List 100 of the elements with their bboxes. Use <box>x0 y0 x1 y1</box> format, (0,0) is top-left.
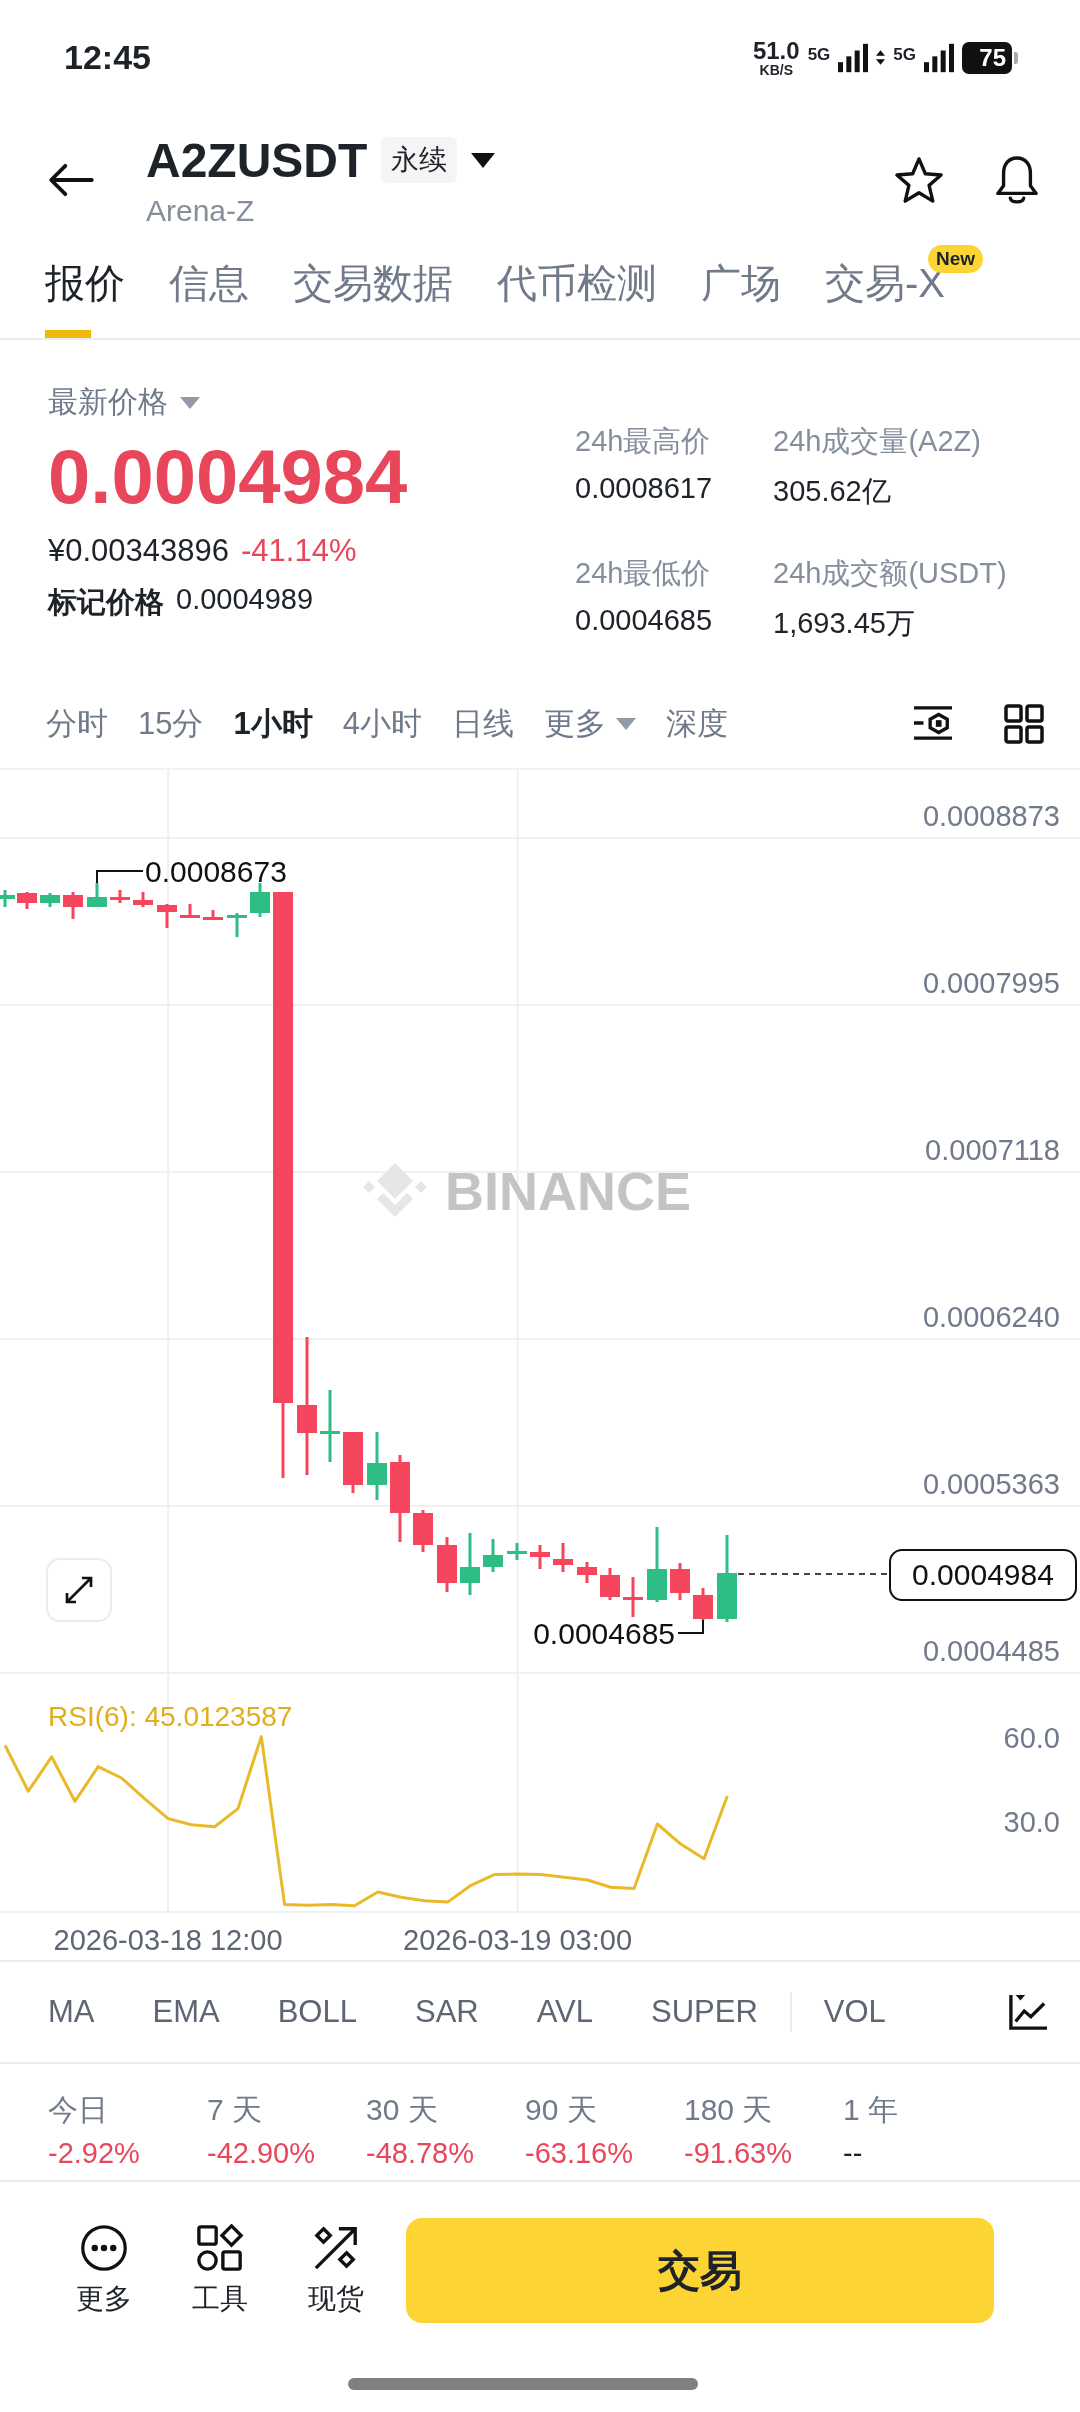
rsi-label: RSI(6): 45.0123587 <box>48 1701 293 1732</box>
period-label: 90 天 <box>525 2092 598 2128</box>
low-price-marker: 0.0004685 <box>533 1617 675 1650</box>
price-axis-label: 0.0007118 <box>925 1134 1060 1166</box>
candlestick <box>17 892 37 909</box>
bell-icon[interactable] <box>994 154 1040 206</box>
interval-tab[interactable]: 1小时 <box>233 703 313 745</box>
period-label: 180 天 <box>684 2092 774 2128</box>
signal-icon <box>924 42 954 73</box>
tab[interactable]: 广场 <box>701 245 781 307</box>
candlestick <box>600 1568 620 1600</box>
indicator-option[interactable]: AVL <box>536 1994 593 2030</box>
period-change: -- <box>843 2137 864 2170</box>
price-axis-label: 0.0004485 <box>922 1635 1060 1667</box>
grid-icon[interactable] <box>1004 704 1044 744</box>
period-change: -2.92% <box>48 2137 141 2170</box>
candlestick <box>577 1562 597 1583</box>
period-label: 1 年 <box>843 2092 900 2128</box>
star-icon[interactable] <box>894 156 944 204</box>
candlestick <box>507 1543 527 1560</box>
caret-icon <box>616 718 636 730</box>
chart-indicator-icon[interactable] <box>1008 1993 1048 2031</box>
trade-button[interactable]: 交易 <box>406 2218 994 2323</box>
candlestick <box>87 883 107 907</box>
tab[interactable]: 报价 <box>45 245 125 307</box>
trend-arrow-icon <box>312 2223 360 2272</box>
back-icon[interactable] <box>48 163 94 197</box>
candlestick <box>460 1533 480 1595</box>
interval-tab[interactable]: 15分 <box>138 703 204 745</box>
candlestick <box>553 1543 573 1572</box>
candlestick <box>693 1588 713 1620</box>
period-label: 今日 <box>48 2092 109 2128</box>
tab[interactable]: 交易数据 <box>293 245 453 307</box>
indicator-option[interactable]: EMA <box>152 1994 220 2030</box>
interval-tab[interactable]: 分时 <box>46 703 108 745</box>
price-axis-label: 0.0005363 <box>922 1468 1060 1500</box>
indicator-option[interactable]: MA <box>48 1994 95 2030</box>
leader-line <box>677 1619 704 1634</box>
rsi-axis-label: 60.0 <box>1003 1722 1060 1754</box>
toolbar-button[interactable]: 现货 <box>296 2223 376 2318</box>
candlestick <box>227 913 247 937</box>
stat-label: 24h最高价 <box>575 424 712 459</box>
more-icon <box>80 2223 128 2272</box>
stat-value: 305.62亿 <box>773 474 892 509</box>
candlestick <box>133 892 153 907</box>
candlestick <box>670 1563 690 1600</box>
stat-label: 24h成交量(A2Z) <box>773 424 982 459</box>
interval-tab[interactable]: 更多 <box>544 703 636 745</box>
candlestick <box>413 1510 433 1552</box>
tab[interactable]: 信息 <box>169 245 249 307</box>
battery-level: 75 <box>962 41 1012 74</box>
interval-tab[interactable]: 日线 <box>452 703 514 745</box>
candlestick <box>483 1539 503 1572</box>
coin-name: Arena-Z <box>146 193 256 228</box>
indicator-option[interactable]: VOL <box>823 1994 886 2030</box>
toolbar-button[interactable]: 工具 <box>180 2223 260 2318</box>
stat-value: 0.0004685 <box>575 604 714 638</box>
caret-icon[interactable] <box>471 152 496 168</box>
price-axis-label: 0.0008873 <box>922 800 1060 832</box>
price-label: 最新价格 <box>48 384 168 420</box>
chart-settings-icon[interactable] <box>912 704 954 742</box>
candlestick <box>250 883 270 917</box>
last-price-tag: 0.0004984 <box>889 1549 1077 1601</box>
candlestick <box>320 1390 340 1462</box>
interval-tab[interactable]: 4小时 <box>342 703 422 745</box>
mark-price-label: 标记价格 <box>48 584 164 620</box>
candlestick <box>437 1537 457 1592</box>
expand-icon <box>64 1575 94 1605</box>
network-type: 5G <box>807 44 831 65</box>
network-speed: 51.0 <box>752 38 800 63</box>
speed-unit: KB/S <box>759 62 793 77</box>
stat-label: 24h最低价 <box>575 556 712 591</box>
candlestick <box>110 890 130 903</box>
indicator-option[interactable]: SAR <box>414 1994 479 2030</box>
indicator-option[interactable]: SUPER <box>651 1994 758 2030</box>
time-axis-label: 2026-03-18 12:00 <box>53 1924 283 1956</box>
price-change: -41.14% <box>241 532 357 569</box>
tools-icon <box>196 2223 244 2272</box>
tab[interactable]: 代币检测 <box>497 245 657 307</box>
stat-label: 24h成交额(USDT) <box>773 556 1007 591</box>
leader-line <box>96 870 144 884</box>
toolbar-button[interactable]: 更多 <box>64 2223 144 2318</box>
candlestick <box>367 1432 387 1500</box>
fullscreen-button[interactable] <box>46 1558 112 1622</box>
interval-tab[interactable]: 深度 <box>666 703 728 745</box>
candlestick <box>180 904 200 918</box>
stat-value: 1,693.45万 <box>773 606 916 641</box>
period-change: -63.16% <box>525 2137 634 2170</box>
price-axis-label: 0.0006240 <box>922 1301 1060 1333</box>
stat-value: 0.0008617 <box>575 472 714 506</box>
rsi-axis-label: 30.0 <box>1003 1806 1060 1838</box>
chart-watermark: BINANCE <box>445 1161 691 1221</box>
contract-tag: 永续 <box>381 137 458 183</box>
candlestick <box>0 890 15 907</box>
mark-price: 0.0004989 <box>176 582 314 617</box>
period-change: -42.90% <box>207 2137 316 2170</box>
indicator-option[interactable]: BOLL <box>277 1994 357 2030</box>
period-change: -91.63% <box>684 2137 793 2170</box>
period-label: 30 天 <box>366 2092 439 2128</box>
data-arrows-icon <box>876 50 886 65</box>
